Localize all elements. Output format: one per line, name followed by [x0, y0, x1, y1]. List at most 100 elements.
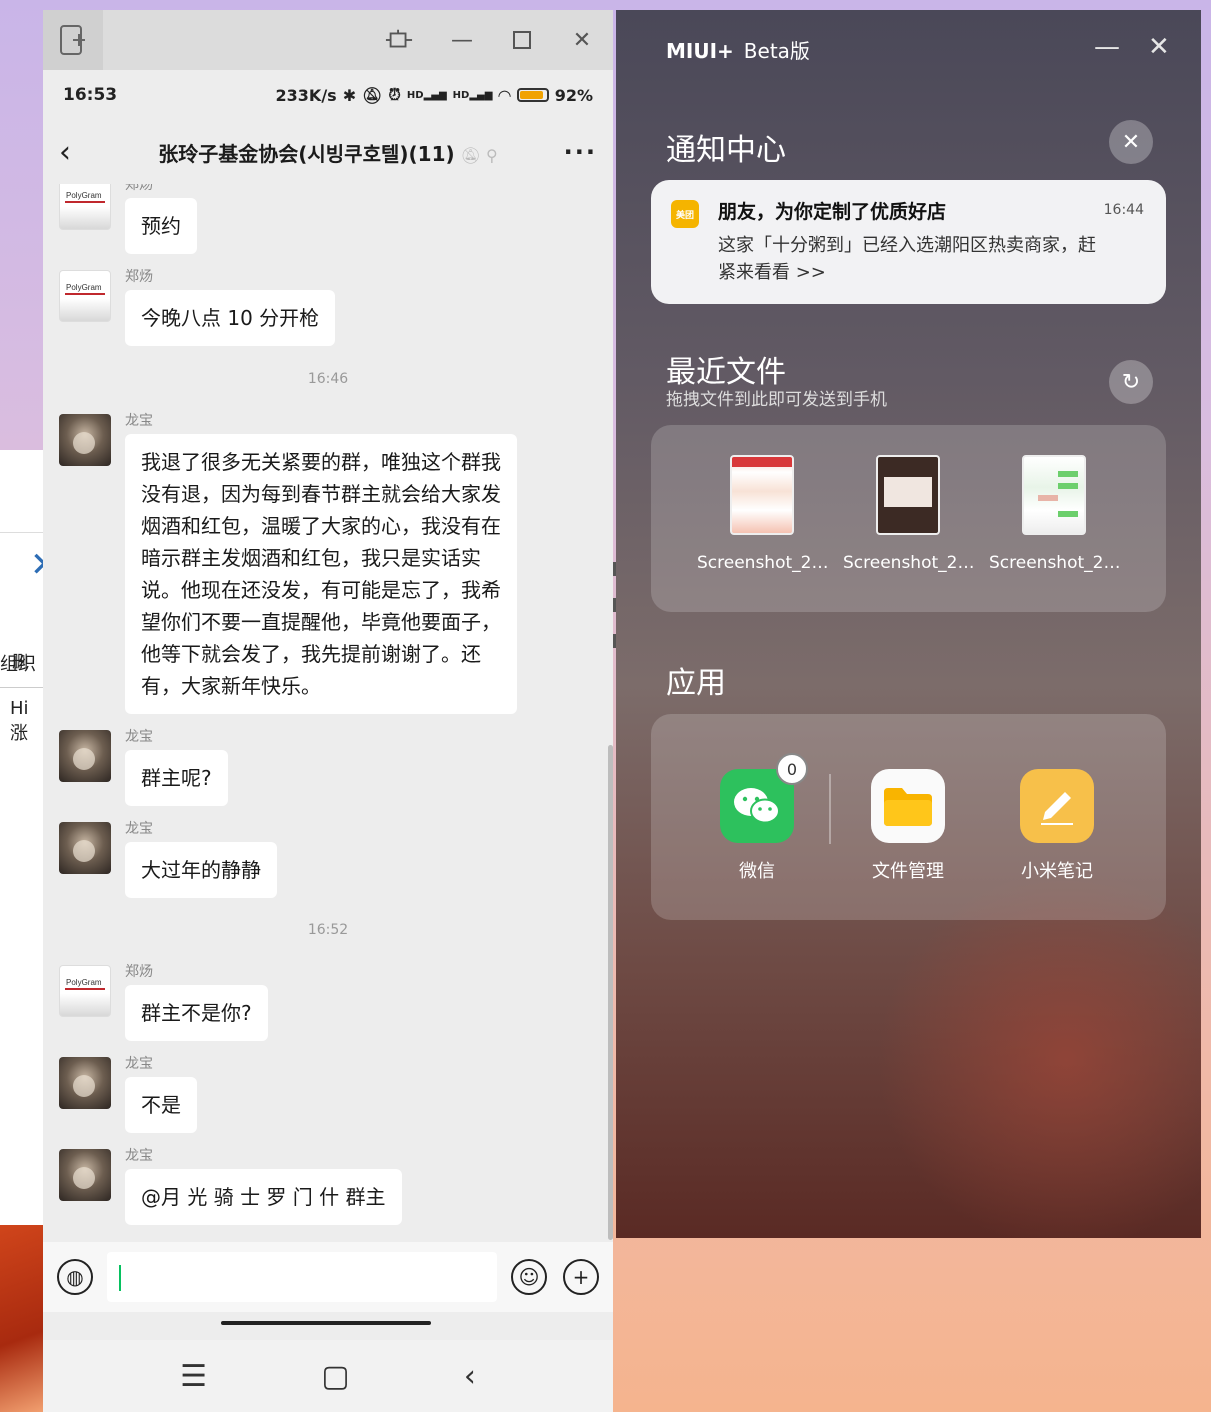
- sender-name: 郑炀: [125, 184, 153, 193]
- avatar[interactable]: PolyGram: [59, 184, 111, 230]
- status-bar: 16:53 233K/s ✱ 🔕︎ ⏰︎ HD▂▄▆ HD▂▄▆ ◠ 92%: [43, 70, 613, 120]
- background-window: ✕ 删 组织 Hi涨: [0, 450, 44, 1225]
- wechat-icon: 0: [720, 753, 808, 843]
- close-icon: ✕: [1121, 129, 1141, 155]
- close-window-button[interactable]: ✕: [568, 26, 596, 54]
- message-bubble[interactable]: 预约: [125, 198, 197, 254]
- message-bubble[interactable]: @月 光 骑 士 罗 门 什 群主: [125, 1169, 402, 1225]
- signal-icon-2: HD▂▄▆: [452, 89, 493, 101]
- notification-card[interactable]: 美团 朋友，为你定制了优质好店 16:44 这家「十分粥到」已经入选潮阳区热卖商…: [651, 180, 1166, 304]
- meituan-app-icon: 美团: [671, 200, 699, 228]
- mute-bell-icon: 🔕︎ ⚲: [460, 145, 498, 165]
- minimize-button[interactable]: —: [448, 26, 476, 54]
- network-speed: 233K/s: [275, 85, 337, 105]
- avatar[interactable]: [59, 1149, 111, 1201]
- window-titlebar: — ✕: [43, 10, 613, 70]
- file-thumbnail: [730, 455, 794, 535]
- chat-title: 张玲子基金协会(시빙쿠호텔)(11) 🔕︎ ⚲: [158, 141, 498, 166]
- message-bubble[interactable]: 今晚八点 10 分开枪: [125, 290, 336, 346]
- clear-notifications-button[interactable]: ✕: [1109, 120, 1153, 164]
- avatar[interactable]: [59, 1057, 111, 1109]
- apps-card: 0 微信 文件管理 小米笔记: [651, 714, 1166, 920]
- new-window-button[interactable]: [43, 10, 103, 70]
- list-item: PolyGram 郑炀 今晚八点 10 分开枪: [59, 270, 336, 346]
- timestamp: 16:46: [307, 371, 349, 387]
- avatar[interactable]: [59, 414, 111, 466]
- minimize-icon: —: [1094, 32, 1120, 62]
- background-window-divider: [0, 532, 44, 533]
- message-bubble[interactable]: 群主不是你?: [125, 985, 268, 1041]
- sender-name: 龙宝: [125, 1148, 153, 1164]
- app-mi-notes[interactable]: 小米笔记: [1002, 769, 1112, 883]
- app-file-manager[interactable]: 文件管理: [853, 769, 963, 883]
- app-wechat[interactable]: 0 微信: [702, 753, 812, 883]
- bluetooth-icon: ✱: [342, 85, 357, 105]
- avatar[interactable]: PolyGram: [59, 270, 111, 322]
- background-label-hi: Hi涨: [10, 698, 29, 744]
- chat-header: ‹ 张玲子基金协会(시빙쿠호텔)(11) 🔕︎ ⚲ ···: [43, 120, 613, 184]
- voice-icon: ◍: [66, 1265, 84, 1289]
- app-label: 小米笔记: [1021, 861, 1093, 882]
- plus-icon: +: [572, 1265, 590, 1289]
- recent-files-card: Screenshot_2… Screenshot_2… Screenshot_2…: [651, 425, 1166, 612]
- navigation-bar: ☰ ▢ ‹: [43, 1340, 613, 1412]
- file-item[interactable]: Screenshot_2…: [843, 455, 975, 573]
- notification-body: 这家「十分粥到」已经入选潮阳区热卖商家，赶紧来看看 >>: [718, 235, 1096, 283]
- delete-icon[interactable]: ✕: [30, 545, 44, 585]
- avatar[interactable]: [59, 730, 111, 782]
- list-item: 龙宝 不是: [59, 1057, 197, 1133]
- minimize-button[interactable]: —: [1094, 32, 1120, 62]
- emoji-icon: ☺: [518, 1265, 540, 1289]
- pin-button[interactable]: [385, 26, 413, 54]
- close-button[interactable]: ✕: [1148, 32, 1170, 62]
- apps-title: 应用: [666, 666, 726, 701]
- maximize-button[interactable]: [508, 26, 536, 54]
- folder-icon: [871, 769, 945, 843]
- status-time: 16:53: [63, 85, 118, 105]
- file-name: Screenshot_2…: [697, 553, 829, 573]
- message-bubble[interactable]: 不是: [125, 1077, 197, 1133]
- emoji-button[interactable]: ☺: [511, 1259, 547, 1295]
- mute-icon: 🔕︎: [362, 85, 383, 105]
- more-icon[interactable]: ···: [557, 138, 597, 166]
- message-bubble[interactable]: 大过年的静静: [125, 842, 277, 898]
- sender-name: 龙宝: [125, 729, 153, 745]
- home-indicator: [221, 1321, 431, 1325]
- file-name: Screenshot_2…: [989, 553, 1121, 573]
- chat-message-list[interactable]: PolyGram 郑炀 预约 PolyGram 郑炀 今晚八点 10 分开枪 1…: [43, 184, 613, 1242]
- sender-name: 龙宝: [125, 1056, 153, 1072]
- voice-button[interactable]: ◍: [57, 1259, 93, 1295]
- add-window-icon: [60, 25, 85, 55]
- refresh-button[interactable]: ↻: [1109, 360, 1153, 404]
- add-button[interactable]: +: [563, 1259, 599, 1295]
- chat-input-bar: ◍ ☺ +: [43, 1242, 613, 1312]
- text-caret: [119, 1265, 121, 1291]
- back-nav-icon[interactable]: ‹: [464, 1359, 476, 1394]
- alarm-icon: ⏰︎: [388, 85, 401, 104]
- pin-icon: [385, 29, 413, 48]
- battery-percent: 92%: [554, 85, 593, 105]
- miui-plus-panel: MIUI+ Beta版 — ✕ 通知中心 ✕ 美团 朋友，为你定制了优质好店 16…: [616, 10, 1201, 1238]
- scrollbar[interactable]: [608, 745, 613, 1240]
- list-item: PolyGram 郑炀 群主不是你?: [59, 965, 268, 1041]
- message-bubble[interactable]: 我退了很多无关紧要的群，唯独这个群我没有退，因为每到春节群主就会给大家发烟酒和红…: [125, 434, 517, 714]
- app-label: 文件管理: [872, 861, 944, 882]
- background-window-divider-2: [0, 687, 44, 688]
- file-item[interactable]: Screenshot_2…: [989, 455, 1121, 573]
- status-icons: 233K/s ✱ 🔕︎ ⏰︎ HD▂▄▆ HD▂▄▆ ◠ 92%: [276, 85, 593, 105]
- message-bubble[interactable]: 群主呢?: [125, 750, 228, 806]
- sender-name: 龙宝: [125, 413, 153, 429]
- file-item[interactable]: Screenshot_2…: [697, 455, 829, 573]
- home-icon[interactable]: ▢: [321, 1359, 349, 1394]
- message-input[interactable]: [107, 1252, 497, 1302]
- menu-icon[interactable]: ☰: [180, 1359, 207, 1394]
- notification-time: 16:44: [1103, 202, 1144, 218]
- app-title: MIUI+ Beta版: [666, 39, 810, 63]
- list-item: 龙宝 我退了很多无关紧要的群，唯独这个群我没有退，因为每到春节群主就会给大家发烟…: [59, 414, 517, 714]
- list-item: 龙宝 群主呢?: [59, 730, 228, 806]
- avatar[interactable]: [59, 822, 111, 874]
- file-name: Screenshot_2…: [843, 553, 975, 573]
- back-icon[interactable]: ‹: [59, 135, 99, 170]
- avatar[interactable]: PolyGram: [59, 965, 111, 1017]
- close-icon: ✕: [572, 27, 592, 53]
